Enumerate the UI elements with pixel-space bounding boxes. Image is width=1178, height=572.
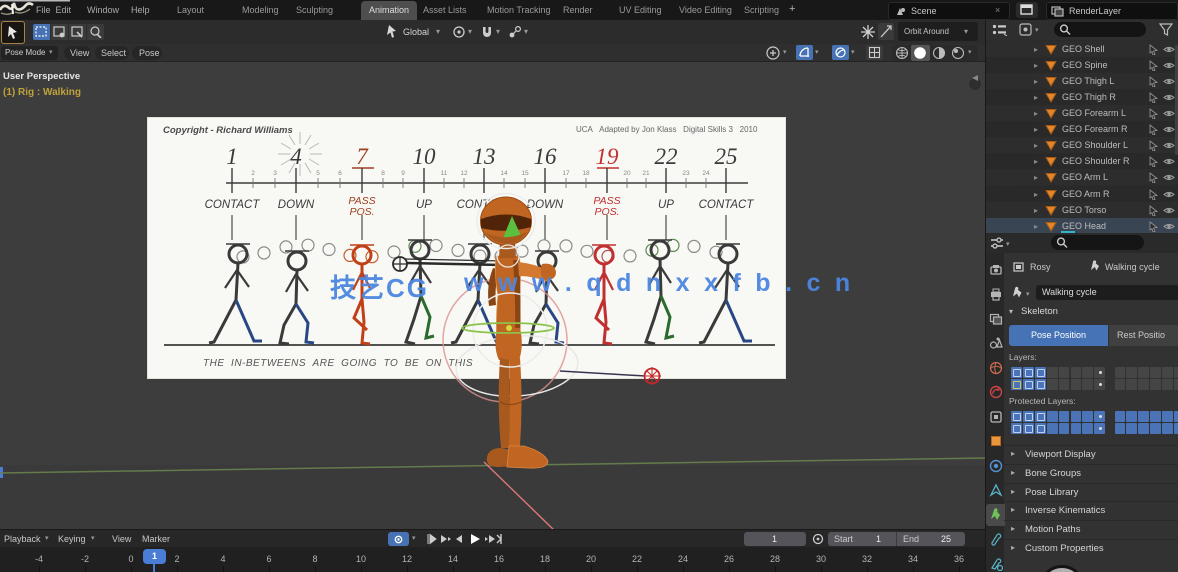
svg-text:2: 2 bbox=[251, 170, 255, 177]
svg-text:17: 17 bbox=[562, 170, 570, 177]
svg-text:5: 5 bbox=[316, 170, 320, 177]
svg-text:15: 15 bbox=[521, 170, 529, 177]
svg-text:1: 1 bbox=[226, 144, 238, 169]
svg-text:DOWN: DOWN bbox=[278, 199, 315, 211]
svg-text:10: 10 bbox=[413, 144, 437, 169]
svg-text:24: 24 bbox=[702, 170, 710, 177]
svg-text:8: 8 bbox=[381, 170, 385, 177]
svg-text:CONTACT: CONTACT bbox=[699, 199, 755, 211]
svg-text:16: 16 bbox=[534, 144, 558, 169]
svg-text:CONTACT: CONTACT bbox=[205, 199, 261, 211]
svg-text:18: 18 bbox=[582, 170, 590, 177]
svg-text:4: 4 bbox=[290, 144, 302, 169]
svg-text:25: 25 bbox=[715, 144, 738, 169]
svg-text:13: 13 bbox=[473, 144, 496, 169]
svg-text:11: 11 bbox=[441, 170, 448, 177]
svg-text:23: 23 bbox=[682, 170, 690, 177]
svg-text:UCA Adapted by Jon Klass D: UCA Adapted by Jon Klass Digital Skills … bbox=[576, 125, 758, 134]
svg-text:20: 20 bbox=[623, 170, 631, 177]
svg-text:12: 12 bbox=[460, 170, 468, 177]
svg-text:22: 22 bbox=[655, 144, 678, 169]
svg-text:14: 14 bbox=[500, 170, 508, 177]
svg-text:19: 19 bbox=[596, 144, 620, 169]
svg-text:21: 21 bbox=[642, 170, 650, 177]
svg-text:6: 6 bbox=[338, 170, 342, 177]
svg-text:9: 9 bbox=[401, 170, 405, 177]
svg-text:Copyright - Richard Williams: Copyright - Richard Williams bbox=[163, 125, 293, 136]
svg-text:3: 3 bbox=[273, 170, 277, 177]
svg-text:7: 7 bbox=[356, 144, 369, 169]
